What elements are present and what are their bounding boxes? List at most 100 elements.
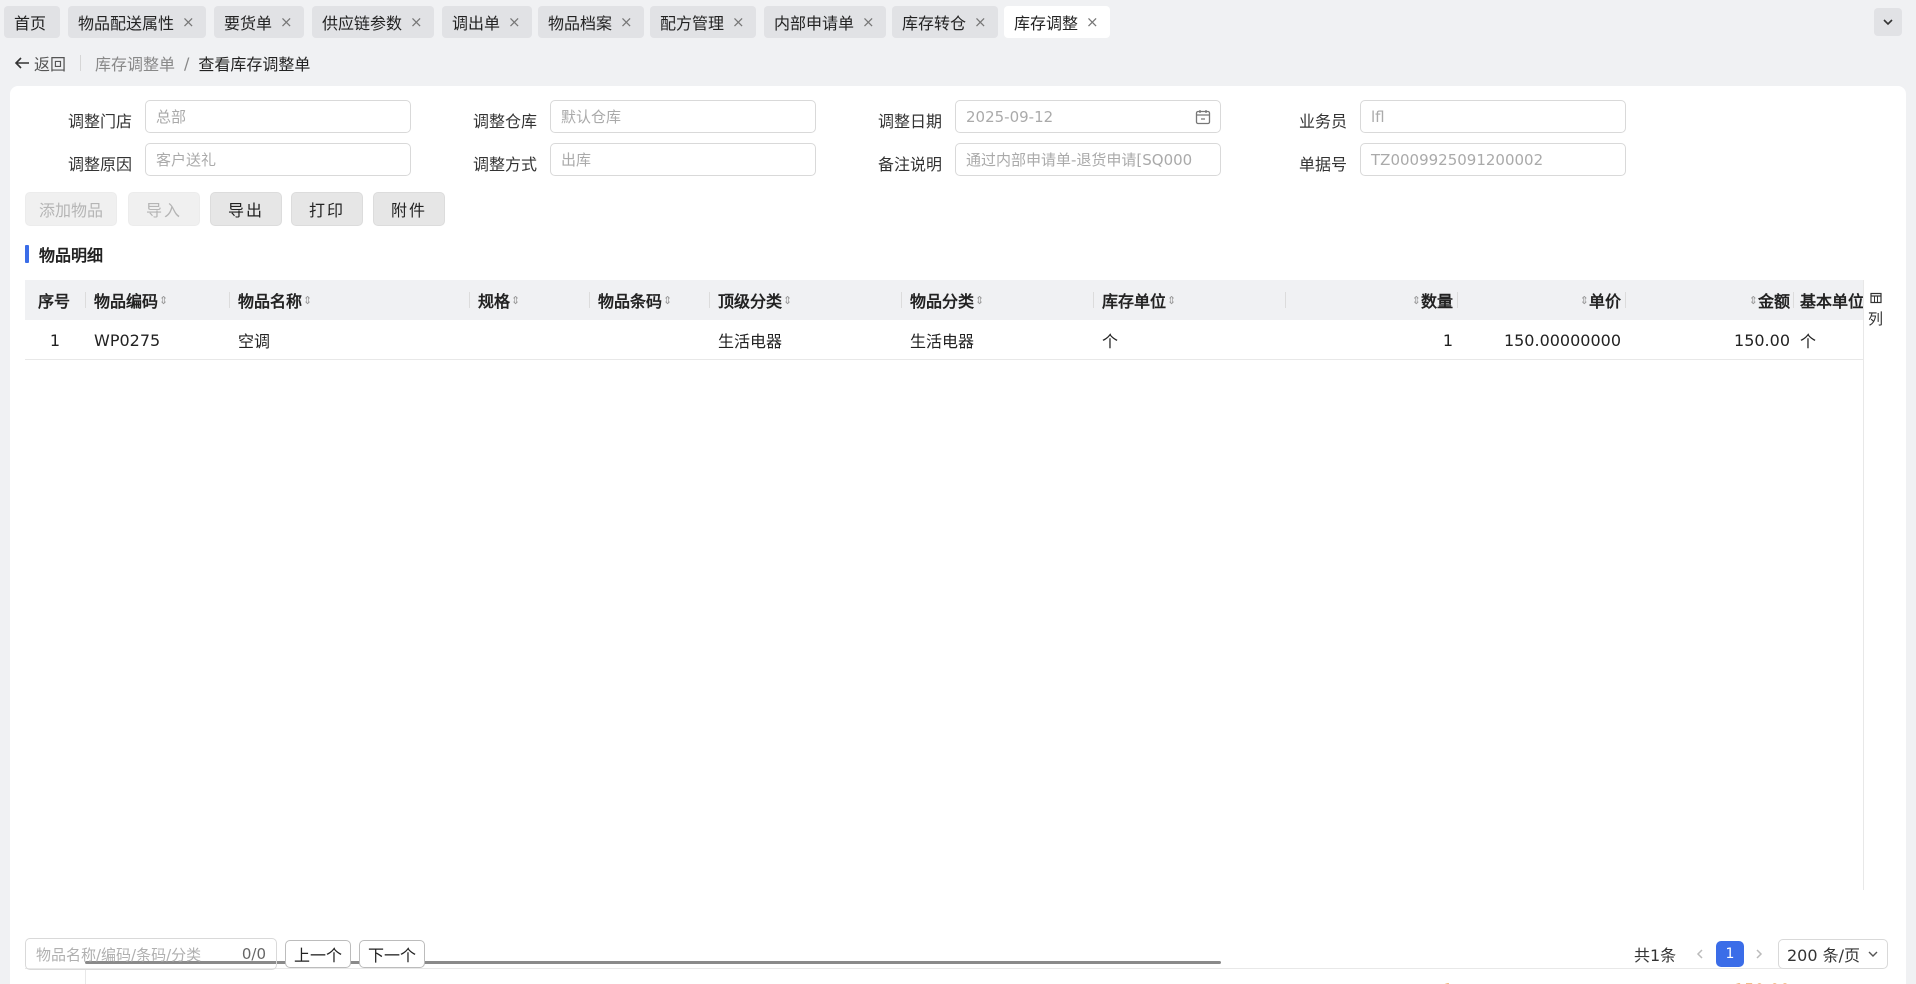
tab-bar: 首页 物品配送属性 × 要货单 × 供应链参数 × 调出单 × 物品档案 × 配… (0, 0, 1916, 42)
total-count: 共1条 (1634, 946, 1677, 965)
docno-field[interactable]: TZ0009925091200002 (1360, 143, 1626, 176)
header-barcode[interactable]: 物品条码 ⇕ (598, 280, 672, 320)
close-icon[interactable]: × (182, 14, 195, 30)
header-category[interactable]: 物品分类 ⇕ (910, 280, 984, 320)
tab-label: 库存调整 (1014, 14, 1079, 33)
sort-icon[interactable]: ⇕ (511, 295, 520, 306)
salesman-value: lfl (1371, 107, 1385, 126)
cell-stock-unit: 个 (1102, 332, 1119, 351)
tab-item-archive[interactable]: 物品档案 × (538, 6, 644, 38)
reason-label: 调整原因 (68, 155, 133, 174)
breadcrumb-parent[interactable]: 库存调整单 (95, 51, 175, 75)
import-button[interactable]: 导入 (128, 192, 200, 226)
cell-top-category: 生活电器 (718, 332, 783, 351)
cell-name: 空调 (238, 332, 271, 351)
tab-recipe[interactable]: 配方管理 × (650, 6, 756, 38)
prev-item-label: 上一个 (293, 946, 342, 965)
sort-icon[interactable]: ⇕ (1749, 295, 1758, 306)
warehouse-field[interactable]: 默认仓库 (550, 100, 816, 133)
close-icon[interactable]: × (732, 14, 745, 30)
header-amount[interactable]: ⇕ 金额 (1715, 280, 1790, 320)
calendar-icon[interactable] (1195, 109, 1211, 125)
header-label: 单价 (1588, 292, 1621, 311)
page-size-select[interactable]: 200 条/页 (1778, 939, 1888, 969)
table-row[interactable]: 1 WP0275 空调 生活电器 生活电器 个 1 150.00000000 1… (25, 320, 1863, 360)
header-qty[interactable]: ⇕ 数量 (1393, 280, 1453, 320)
store-label: 调整门店 (68, 112, 133, 131)
arrow-left-icon (14, 57, 29, 69)
tab-item-delivery-attr[interactable]: 物品配送属性 × (68, 6, 206, 38)
method-field[interactable]: 出库 (550, 143, 816, 176)
remark-label: 备注说明 (878, 155, 943, 174)
chevron-down-icon (1883, 19, 1893, 26)
add-item-button[interactable]: 添加物品 (25, 192, 117, 226)
sort-icon[interactable]: ⇕ (1167, 295, 1176, 306)
item-search-input[interactable]: 物品名称/编码/条码/分类 0/0 (25, 938, 277, 970)
header-base-unit[interactable]: 基本单位⇕ (1800, 280, 1863, 320)
sort-icon[interactable]: ⇕ (303, 295, 312, 306)
header-top-category[interactable]: 顶级分类 ⇕ (718, 280, 792, 320)
date-value: 2025-09-12 (966, 107, 1054, 126)
next-item-button[interactable]: 下一个 (359, 940, 425, 968)
attachment-button[interactable]: 附件 (373, 192, 445, 226)
sort-icon[interactable]: ⇕ (783, 295, 792, 306)
remark-value: 通过内部申请单-退货申请[SQ000 (966, 151, 1193, 169)
cell-code: WP0275 (94, 330, 161, 350)
page-current[interactable]: 1 (1716, 941, 1744, 967)
table-header: 序号 物品编码 ⇕ 物品名称 ⇕ 规格 ⇕ 物品条码 ⇕ 顶级分类 ⇕ 物品分类… (25, 280, 1863, 320)
close-icon[interactable]: × (620, 14, 633, 30)
cell-qty: 1 (1442, 330, 1453, 350)
tab-internal-request[interactable]: 内部申请单 × (764, 6, 886, 38)
close-icon[interactable]: × (508, 14, 521, 30)
header-name[interactable]: 物品名称 ⇕ (238, 280, 312, 320)
tab-menu-button[interactable] (1874, 8, 1902, 36)
tab-supply-params[interactable]: 供应链参数 × (312, 6, 434, 38)
header-label: 金额 (1757, 292, 1790, 311)
sort-icon[interactable]: ⇕ (975, 295, 984, 306)
reason-field[interactable]: 客户送礼 (145, 143, 411, 176)
prev-page-button[interactable] (1694, 940, 1706, 968)
tab-label: 调出单 (452, 14, 501, 33)
header-label: 物品分类 (910, 292, 975, 311)
tab-label: 物品配送属性 (78, 14, 175, 33)
back-label: 返回 (34, 55, 67, 74)
back-button[interactable]: 返回 (14, 51, 66, 75)
tab-label: 供应链参数 (322, 14, 403, 33)
next-page-button[interactable] (1753, 940, 1765, 968)
sort-icon[interactable]: ⇕ (663, 295, 672, 306)
column-settings-label: 列 (1868, 310, 1884, 328)
print-button[interactable]: 打印 (291, 192, 363, 226)
header-divider (901, 292, 902, 308)
tab-requisition[interactable]: 要货单 × (214, 6, 304, 38)
close-icon[interactable]: × (1086, 14, 1099, 30)
section-accent-bar (25, 245, 29, 263)
prev-item-button[interactable]: 上一个 (285, 940, 351, 968)
breadcrumb-current: 查看库存调整单 (198, 55, 311, 74)
tab-stock-transfer[interactable]: 库存转仓 × (892, 6, 998, 38)
close-icon[interactable]: × (410, 14, 423, 30)
sort-icon[interactable]: ⇕ (159, 295, 168, 306)
close-icon[interactable]: × (280, 14, 293, 30)
tab-home[interactable]: 首页 (4, 6, 60, 38)
header-spec[interactable]: 规格 ⇕ (478, 280, 520, 320)
header-divider (1285, 292, 1286, 308)
breadcrumb-divider (80, 55, 82, 71)
close-icon[interactable]: × (974, 14, 987, 30)
close-icon[interactable]: × (862, 14, 875, 30)
remark-field[interactable]: 通过内部申请单-退货申请[SQ000 (955, 143, 1221, 176)
tab-transfer-out[interactable]: 调出单 × (442, 6, 532, 38)
header-code[interactable]: 物品编码 ⇕ (94, 280, 168, 320)
sort-icon[interactable]: ⇕ (1580, 295, 1589, 306)
column-settings[interactable]: 列 (1863, 280, 1889, 890)
sort-icon[interactable]: ⇕ (1412, 295, 1421, 306)
header-stock-unit[interactable]: 库存单位 ⇕ (1102, 280, 1176, 320)
items-table: 序号 物品编码 ⇕ 物品名称 ⇕ 规格 ⇕ 物品条码 ⇕ 顶级分类 ⇕ 物品分类… (25, 280, 1883, 984)
export-button[interactable]: 导出 (210, 192, 282, 226)
store-field[interactable]: 总部 (145, 100, 411, 133)
method-label: 调整方式 (473, 155, 538, 174)
tab-stock-adjust[interactable]: 库存调整 × (1004, 6, 1110, 38)
header-price[interactable]: ⇕ 单价 (1545, 280, 1621, 320)
cell-amount: 150.00 (1734, 330, 1790, 350)
date-field[interactable]: 2025-09-12 (955, 100, 1221, 133)
salesman-field[interactable]: lfl (1360, 100, 1626, 133)
